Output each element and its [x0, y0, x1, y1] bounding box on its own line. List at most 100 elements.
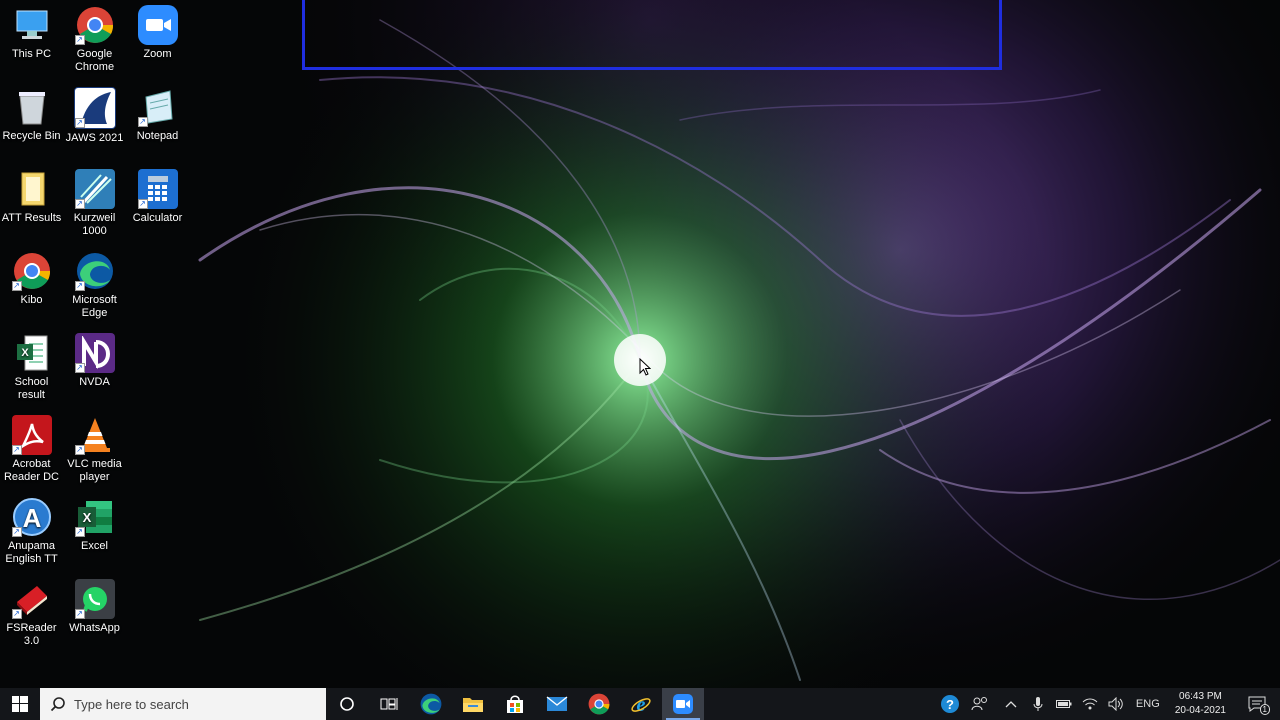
- desktop-icon-label: School result: [14, 376, 49, 401]
- desktop-icon-label: Google Chrome: [74, 48, 115, 73]
- mouse-pointer-icon: [639, 357, 652, 381]
- taskbar-store[interactable]: [494, 688, 536, 720]
- calculator-icon: ↗: [137, 169, 178, 209]
- this-pc-icon: [12, 5, 52, 45]
- folder-icon: [12, 169, 52, 209]
- action-center-button[interactable]: 1: [1234, 688, 1280, 720]
- taskbar-file-explorer[interactable]: [452, 688, 494, 720]
- vlc-icon: ↗: [74, 415, 115, 455]
- desktop-icon-recycle-bin[interactable]: Recycle Bin: [0, 82, 63, 143]
- desktop-icon-zoom[interactable]: Zoom: [126, 0, 189, 61]
- desktop-icon-notepad[interactable]: ↗ Notepad: [126, 82, 189, 143]
- people-icon: [971, 697, 987, 711]
- desktop-icon-microsoft-edge[interactable]: ↗ Microsoft Edge: [63, 246, 126, 320]
- acrobat-icon: ↗: [11, 415, 52, 455]
- microphone-button[interactable]: [1025, 688, 1051, 720]
- whatsapp-icon: ↗: [74, 579, 115, 619]
- desktop-icon-nvda[interactable]: ↗ NVDA: [63, 328, 126, 389]
- speaker-icon: [1108, 697, 1123, 711]
- help-icon: ?: [940, 695, 959, 713]
- desktop-icon-kurzweil[interactable]: ↗ Kurzweil 1000: [63, 164, 126, 238]
- network-button[interactable]: [1077, 688, 1103, 720]
- help-button[interactable]: ?: [937, 688, 963, 720]
- chrome-icon: ↗: [74, 5, 115, 45]
- excel-file-icon: X: [12, 333, 52, 373]
- battery-icon: [1055, 700, 1072, 708]
- svg-text:?: ?: [946, 697, 954, 712]
- battery-button[interactable]: [1051, 688, 1077, 720]
- task-view-icon: [380, 698, 398, 710]
- notepad-icon: ↗: [137, 87, 178, 127]
- desktop-icon-label: Acrobat Reader DC: [3, 458, 60, 483]
- nvda-icon: ↗: [74, 333, 115, 373]
- desktop-icon-this-pc[interactable]: This PC: [0, 0, 63, 61]
- taskbar: Type here to search e ? ENG 06:43 PM 20-…: [0, 688, 1280, 720]
- internet-explorer-icon: e: [631, 694, 651, 715]
- desktop-icon-label: Anupama English TT: [5, 540, 58, 565]
- clock-date: 20-04-2021: [1174, 705, 1226, 716]
- desktop-icon-label: Microsoft Edge: [72, 294, 117, 319]
- wifi-icon: [1082, 698, 1098, 710]
- taskbar-edge[interactable]: [410, 688, 452, 720]
- desktop-icon-fsreader[interactable]: ↗ FSReader 3.0: [0, 574, 63, 648]
- desktop-icon-excel[interactable]: X ↗ Excel: [63, 492, 126, 553]
- desktop-icon-att-results[interactable]: ATT Results: [0, 164, 63, 225]
- file-explorer-icon: [463, 698, 483, 712]
- svg-text:e: e: [637, 694, 646, 715]
- zoom-icon: [673, 694, 693, 714]
- desktop-icon-whatsapp[interactable]: ↗ WhatsApp: [63, 574, 126, 635]
- store-icon: [507, 695, 523, 713]
- jaws-icon: ↗: [73, 87, 116, 129]
- start-button[interactable]: [0, 688, 40, 720]
- cortana-button[interactable]: [326, 688, 368, 720]
- desktop-icon-school-result[interactable]: X School result: [0, 328, 63, 402]
- desktop-icon-label: Recycle Bin: [2, 130, 61, 142]
- input-language-button[interactable]: ENG: [1129, 688, 1167, 720]
- desktop-wallpaper: [0, 0, 1280, 688]
- clock-button[interactable]: 06:43 PM 20-04-2021: [1167, 690, 1234, 718]
- people-button[interactable]: [963, 688, 997, 720]
- show-hidden-icons-button[interactable]: [997, 688, 1025, 720]
- search-placeholder: Type here to search: [74, 696, 189, 712]
- desktop-icon-google-chrome[interactable]: ↗ Google Chrome: [63, 0, 126, 74]
- volume-button[interactable]: [1103, 688, 1129, 720]
- taskbar-chrome[interactable]: [578, 688, 620, 720]
- desktop-icon-label: Zoom: [143, 48, 172, 60]
- desktop-icon-label: ATT Results: [1, 212, 62, 224]
- desktop-icon-label: This PC: [11, 48, 52, 60]
- desktop-icon-kibo[interactable]: ↗ Kibo: [0, 246, 63, 307]
- svg-text:X: X: [82, 510, 91, 525]
- desktop-icon-label: Calculator: [132, 212, 183, 224]
- windows-logo-icon: [12, 696, 28, 712]
- desktop-icon-vlc[interactable]: ↗ VLC media player: [63, 410, 126, 484]
- notification-count-badge: 1: [1259, 704, 1270, 715]
- desktop-icon-jaws[interactable]: ↗ JAWS 2021: [63, 82, 126, 145]
- desktop-icon-label: NVDA: [79, 376, 110, 388]
- chrome-icon: [588, 693, 610, 715]
- excel-icon: X ↗: [74, 497, 115, 537]
- taskbar-internet-explorer[interactable]: e: [620, 688, 662, 720]
- cortana-icon: [340, 697, 354, 711]
- recycle-bin-icon: [12, 87, 52, 127]
- desktop-icon-acrobat[interactable]: ↗ Acrobat Reader DC: [0, 410, 63, 484]
- focus-highlight-rectangle: [302, 0, 1002, 70]
- desktop-icon-label: WhatsApp: [69, 622, 120, 634]
- taskbar-search-box[interactable]: Type here to search: [40, 688, 326, 720]
- chevron-up-icon: [1005, 701, 1017, 708]
- svg-text:A: A: [22, 503, 41, 533]
- chrome-icon: ↗: [11, 251, 52, 291]
- desktop-icon-label: Excel: [81, 540, 108, 552]
- taskbar-mail[interactable]: [536, 688, 578, 720]
- fsreader-icon: ↗: [11, 579, 52, 619]
- desktop-icon-anupama[interactable]: A ↗ Anupama English TT: [0, 492, 63, 566]
- search-icon: [50, 697, 65, 712]
- desktop-icon-label: Kurzweil 1000: [73, 212, 116, 237]
- task-view-button[interactable]: [368, 688, 410, 720]
- desktop-icon-label: VLC media player: [67, 458, 122, 483]
- desktop-icon-label: Kibo: [20, 294, 43, 306]
- anupama-icon: A ↗: [11, 497, 52, 537]
- desktop-icon-calculator[interactable]: ↗ Calculator: [126, 164, 189, 225]
- desktop-icon-label: JAWS 2021: [65, 132, 124, 144]
- kurzweil-icon: ↗: [74, 169, 115, 209]
- taskbar-zoom[interactable]: [662, 688, 704, 720]
